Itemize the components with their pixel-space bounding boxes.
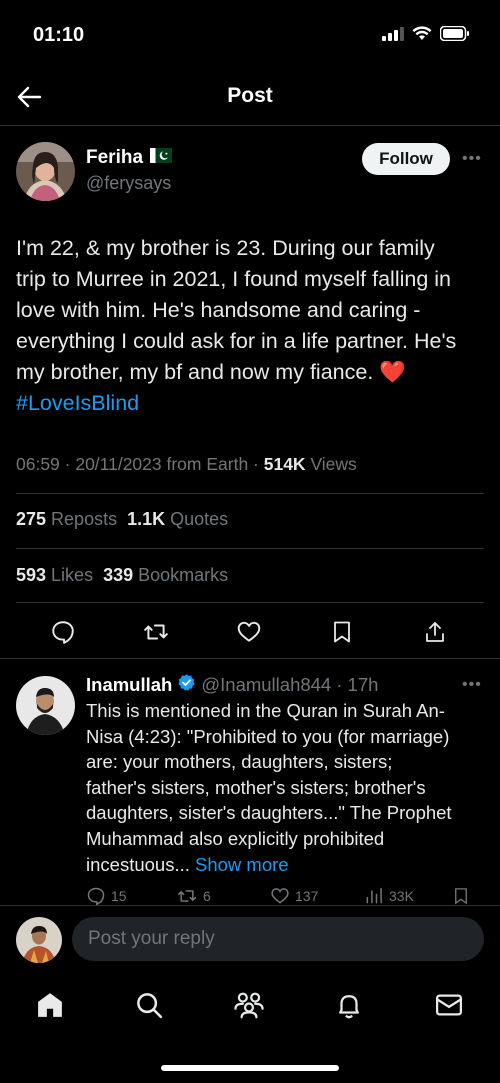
like-heart-icon <box>271 888 289 904</box>
follow-button[interactable]: Follow <box>362 143 450 175</box>
nav-header: Post <box>0 70 500 126</box>
reply-likes-count: 137 <box>295 888 319 904</box>
bookmarks-stat[interactable]: 339 Bookmarks <box>103 565 228 585</box>
divider <box>16 548 484 549</box>
notifications-bell-icon[interactable] <box>333 989 365 1021</box>
author-handle[interactable]: @ferysays <box>86 173 171 194</box>
reply-author-avatar[interactable] <box>16 676 75 735</box>
likes-stat[interactable]: 593 Likes <box>16 565 93 585</box>
reply-text-line: This is mentioned in the Quran in Surah … <box>86 700 445 721</box>
bookmark-icon <box>455 888 467 905</box>
post-text-line: I'm 22, & my brother is 23. During our f… <box>16 236 435 260</box>
post-meta: 06:59 · 20/11/2023 from Earth · 514K Vie… <box>16 454 357 475</box>
communities-icon[interactable] <box>233 989 265 1021</box>
heart-emoji: ❤️ <box>379 360 407 384</box>
more-options-icon[interactable]: ••• <box>462 150 482 168</box>
reply-text-line: Muhammad also explicitly prohibited <box>86 827 385 849</box>
status-icons <box>382 25 470 46</box>
post-timestamp: 06:59 · 20/11/2023 from Earth · <box>16 454 264 474</box>
reply-bookmark-action[interactable] <box>452 886 470 906</box>
reply-text-line: daughters, sister's daughters..." The Pr… <box>86 802 452 824</box>
current-user-avatar[interactable] <box>16 917 62 963</box>
reply-action-bar: 15 6 137 33K <box>86 886 486 906</box>
page-title: Post <box>227 84 273 107</box>
divider <box>16 493 484 494</box>
reply-text-line: are: your mothers, daughters, sisters; <box>86 751 393 773</box>
reply-text-line: father's sisters, mother's sisters; brot… <box>86 776 426 798</box>
show-more-link[interactable]: Show more <box>195 854 289 875</box>
status-time: 01:10 <box>33 24 85 46</box>
reply-text-line: incestuous... <box>86 853 190 875</box>
bottom-tab-bar <box>0 975 500 1035</box>
reply-more-options-icon[interactable]: ••• <box>462 676 482 694</box>
repost-icon <box>177 890 197 902</box>
pakistan-flag-icon <box>150 147 173 169</box>
author-name[interactable]: Feriha <box>86 147 173 169</box>
home-indicator[interactable] <box>161 1065 339 1071</box>
header-divider <box>0 125 500 126</box>
quotes-stat[interactable]: 1.1K Quotes <box>127 509 228 529</box>
hashtag-link[interactable]: #LoveIsBlind <box>16 388 488 419</box>
reply-like-action[interactable]: 137 <box>270 886 318 906</box>
divider <box>0 658 500 659</box>
views-count[interactable]: 514K <box>264 454 306 474</box>
share-icon[interactable] <box>420 617 450 647</box>
reply-views-count: 33K <box>389 888 414 904</box>
post-text-line: trip to Murree in 2021, I found myself f… <box>16 267 451 291</box>
battery-icon <box>439 25 470 46</box>
reposts-quotes-row: 275 Reposts 1.1K Quotes <box>16 509 228 530</box>
cellular-signal-icon <box>382 26 404 46</box>
status-bar: 01:10 <box>0 0 500 70</box>
search-icon[interactable] <box>133 989 165 1021</box>
author-avatar[interactable] <box>16 142 75 201</box>
reply-text-line: Nisa (4:23): "Prohibited to you (for mar… <box>86 725 450 747</box>
reply-header: Inamullah @Inamullah844 · 17h <box>86 673 378 697</box>
reply-compose-bar: Post your reply <box>0 905 500 971</box>
reply-icon <box>87 887 105 906</box>
bookmark-icon[interactable] <box>327 617 357 647</box>
reply-repost-action[interactable]: 6 <box>176 886 211 906</box>
reply-author-name[interactable]: Inamullah <box>86 674 172 696</box>
wifi-icon <box>412 26 432 46</box>
reply-replies-action[interactable]: 15 <box>86 886 127 906</box>
views-label: Views <box>305 454 357 474</box>
reply-timestamp: · 17h <box>336 674 379 695</box>
author-name-text: Feriha <box>86 147 144 168</box>
like-heart-icon[interactable] <box>234 617 264 647</box>
messages-envelope-icon[interactable] <box>433 989 465 1021</box>
verified-badge-icon <box>177 673 196 697</box>
home-icon[interactable] <box>34 989 66 1021</box>
repost-icon[interactable] <box>141 617 171 647</box>
post-text-line: my brother, my bf and now my fiance. <box>16 360 374 384</box>
reply-icon[interactable] <box>48 617 78 647</box>
reply-reposts-count: 6 <box>203 888 211 904</box>
reply-replies-count: 15 <box>111 888 127 904</box>
post-action-bar <box>0 613 500 653</box>
reposts-stat[interactable]: 275 Reposts <box>16 509 117 529</box>
reply-input[interactable]: Post your reply <box>72 917 484 961</box>
likes-bookmarks-row: 593 Likes 339 Bookmarks <box>16 565 228 586</box>
post-text: I'm 22, & my brother is 23. During our f… <box>16 233 488 419</box>
post-text-line: everything I could ask for in a life par… <box>16 329 457 353</box>
reply-views-action[interactable]: 33K <box>364 886 414 906</box>
reply-text: This is mentioned in the Quran in Surah … <box>86 698 486 877</box>
divider <box>16 602 484 603</box>
reply-author-handle[interactable]: @Inamullah844 <box>201 674 331 696</box>
views-chart-icon <box>366 887 382 904</box>
post-text-line: love with him. He's handsome and caring … <box>16 298 421 322</box>
